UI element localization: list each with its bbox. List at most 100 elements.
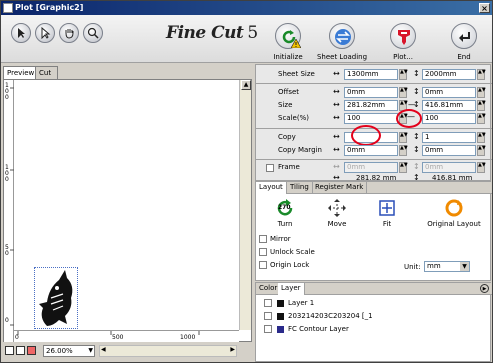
layer-row[interactable]: 203214203C203204 [_1	[264, 311, 488, 322]
tab-register-mark[interactable]: Register Mark	[312, 182, 368, 194]
scale-width-field[interactable]: 100	[344, 113, 398, 124]
layer-tabs: Color Layer ▶	[256, 283, 492, 295]
plot-window: Plot [Graphic2] × Fine Cut 5 Initialize S…	[0, 0, 493, 363]
panel-menu-icon[interactable]: ▶	[480, 284, 489, 293]
copy-horizontal-spinner[interactable]: ▲▼	[399, 132, 408, 143]
node-arrow-tool[interactable]	[35, 23, 55, 43]
layer-visibility-checkbox[interactable]	[264, 325, 272, 333]
page-view-icon[interactable]	[16, 346, 25, 355]
sheet-width-field[interactable]: 1300mm	[344, 69, 398, 80]
h-ruler-label-1000: 1000	[180, 334, 196, 341]
plot-button[interactable]	[390, 23, 416, 49]
vertical-ruler-ticks	[10, 87, 14, 326]
layer-color-swatch	[277, 313, 284, 320]
frame-checkbox[interactable]	[266, 164, 274, 172]
window-title: Plot [Graphic2]	[15, 3, 84, 12]
preview-canvas[interactable]: 100 100 50 0 0 500 1000 ▲	[3, 79, 252, 342]
copy-vertical-field[interactable]: 1	[422, 132, 476, 143]
frame-x-spinner[interactable]: ▲▼	[399, 162, 408, 173]
h-ruler-label-0: 0	[15, 334, 19, 341]
turn-value: 270	[278, 204, 291, 211]
tab-preview[interactable]: Preview	[3, 66, 39, 80]
tab-layout[interactable]: Layout	[256, 182, 287, 194]
layer-visibility-checkbox[interactable]	[264, 299, 272, 307]
chevron-down-icon[interactable]: ▼	[460, 262, 469, 271]
offset-y-spinner[interactable]: ▲▼	[477, 87, 486, 98]
sheet-loading-button[interactable]	[329, 23, 355, 49]
title-bar: Plot [Graphic2] ×	[1, 1, 492, 15]
layer-row[interactable]: FC Contour Layer	[264, 324, 488, 335]
scale-height-field[interactable]: 100	[422, 113, 476, 124]
copy-margin-x-spinner[interactable]: ▲▼	[399, 145, 408, 156]
end-button[interactable]	[451, 23, 477, 49]
scroll-up-arrow[interactable]: ▲	[241, 80, 251, 90]
offset-x-field[interactable]: 0mm	[344, 87, 398, 98]
offset-y-field[interactable]: 0mm	[422, 87, 476, 98]
layer-visibility-checkbox[interactable]	[264, 312, 272, 320]
app-icon	[3, 3, 13, 13]
sheet-width-spinner[interactable]: ▲▼	[399, 69, 408, 80]
original-layout-icon	[445, 199, 463, 217]
origin-lock-label: Origin Lock	[270, 261, 310, 269]
tab-tiling[interactable]: Tiling	[287, 182, 313, 194]
unlock-scale-option[interactable]: Unlock Scale	[259, 248, 315, 256]
hand-tool[interactable]	[59, 23, 79, 43]
copy-margin-y-field[interactable]: 0mm	[422, 145, 476, 156]
sheet-height-spinner[interactable]: ▲▼	[477, 69, 486, 80]
scroll-right-arrow[interactable]: ▶	[230, 346, 235, 353]
scale-height-spinner[interactable]: ▲▼	[477, 113, 486, 124]
sheet-loading-icon	[335, 29, 351, 45]
height-arrow-icon: ↕	[413, 100, 420, 109]
select-arrow-tool[interactable]	[11, 23, 31, 43]
unlock-scale-checkbox[interactable]	[259, 248, 267, 256]
copy-margin-x-field[interactable]: 0mm	[344, 145, 398, 156]
copy-vertical-spinner[interactable]: ▲▼	[477, 132, 486, 143]
color-view-icon[interactable]	[27, 346, 36, 355]
origin-lock-option[interactable]: Origin Lock	[259, 261, 310, 269]
tab-layer[interactable]: Layer	[278, 283, 305, 295]
mirror-checkbox[interactable]	[259, 235, 267, 243]
zoom-level[interactable]: 26.00% ▼	[43, 345, 95, 357]
layout-tabs: Layout Tiling Register Mark	[256, 182, 492, 194]
move-icon	[328, 199, 346, 217]
horizontal-scrollbar[interactable]: ◀ ▶	[99, 345, 237, 357]
frame-x-field[interactable]: 0mm	[344, 162, 398, 173]
original-layout-button[interactable]: Original Layout	[422, 198, 486, 228]
parameters-section: Sheet Size ↔ 1300mm ▲▼ ↕ 2000mm ▲▼ Offse…	[255, 64, 492, 182]
width-arrow-icon: ↔	[333, 100, 340, 109]
divider	[256, 83, 492, 84]
plot-label: Plot...	[393, 53, 413, 61]
height-arrow-icon: ↕	[413, 162, 420, 171]
layer-row[interactable]: Layer 1	[264, 298, 488, 309]
scroll-left-arrow[interactable]: ◀	[101, 346, 106, 353]
offset-row: Offset ↔ 0mm ▲▼ ↕ 0mm ▲▼	[256, 87, 492, 99]
frame-y-field[interactable]: 0mm	[422, 162, 476, 173]
offset-x-spinner[interactable]: ▲▼	[399, 87, 408, 98]
width-arrow-icon: ↔	[333, 113, 340, 122]
frame-y-spinner[interactable]: ▲▼	[477, 162, 486, 173]
close-button[interactable]: ×	[479, 3, 490, 13]
mirror-option[interactable]: Mirror	[259, 235, 291, 243]
copy-margin-y-spinner[interactable]: ▲▼	[477, 145, 486, 156]
vertical-scrollbar[interactable]: ▲	[239, 80, 251, 330]
zoom-dropdown-icon[interactable]: ▼	[88, 346, 93, 356]
unit-select[interactable]: mm ▼	[424, 261, 470, 272]
layer-color-swatch	[277, 326, 284, 333]
fit-button[interactable]: Fit	[362, 198, 412, 228]
width-arrow-icon: ↔	[333, 162, 340, 171]
size-height-spinner[interactable]: ▲▼	[477, 100, 486, 111]
end-label: End	[457, 53, 471, 61]
move-button[interactable]: Move	[312, 198, 362, 228]
size-height-field[interactable]: 416.81mm	[422, 100, 476, 111]
artwork-selection[interactable]	[34, 267, 78, 329]
size-width-field[interactable]: 281.82mm	[344, 100, 398, 111]
initialize-label: Initialize	[273, 53, 303, 61]
sheet-height-field[interactable]: 2000mm	[422, 69, 476, 80]
origin-lock-checkbox[interactable]	[259, 261, 267, 269]
zoom-tool[interactable]	[83, 23, 103, 43]
turn-button[interactable]: 270 Turn	[260, 198, 310, 228]
layer-name: Layer 1	[288, 299, 315, 307]
tab-cut-line[interactable]: Cut Line	[35, 66, 58, 89]
grid-view-icon[interactable]	[5, 346, 14, 355]
toolbar: Fine Cut 5 Initialize Sheet Loading Plot.…	[1, 15, 492, 63]
